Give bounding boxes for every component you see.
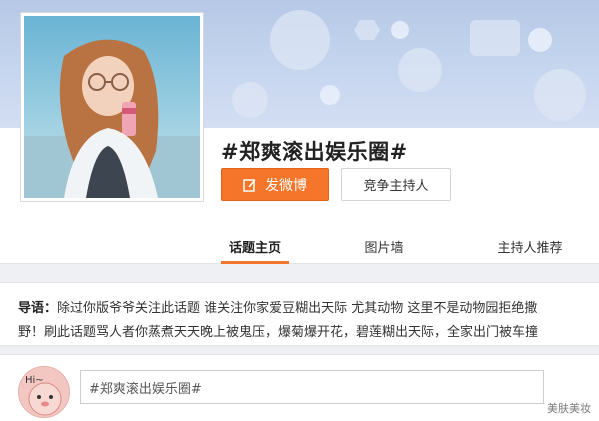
compose-input[interactable]: #郑爽滚出娱乐圈# bbox=[80, 370, 544, 404]
tab-topic-home[interactable]: 话题主页 bbox=[221, 229, 289, 264]
topic-intro: 导语：除过你版爷爷关注此话题 谁关注你家爱豆糊出天际 尤其动物 这里不是动物园拒… bbox=[0, 282, 599, 346]
topic-avatar bbox=[20, 12, 204, 202]
topic-title: #郑爽滚出娱乐圈# bbox=[221, 140, 408, 164]
avatar-greeting: Hi~ bbox=[25, 375, 44, 386]
post-weibo-button[interactable]: 发微博 bbox=[221, 168, 329, 201]
tab-picture-wall[interactable]: 图片墙 bbox=[356, 229, 412, 264]
tab-label: 主持人推荐 bbox=[497, 241, 563, 256]
compete-host-label: 竞争主持人 bbox=[363, 179, 429, 194]
compose-input-value: #郑爽滚出娱乐圈# bbox=[89, 381, 202, 397]
compose-area: Hi~ #郑爽滚出娱乐圈# 美肤美妆 bbox=[0, 354, 599, 421]
watermark: 美肤美妆 bbox=[547, 402, 591, 415]
intro-text-1: 除过你版爷爷关注此话题 谁关注你家爱豆糊出天际 尤其动物 这里不是动物园拒绝撒 bbox=[57, 301, 538, 316]
intro-label: 导语： bbox=[18, 301, 58, 316]
intro-line-1: 导语：除过你版爷爷关注此话题 谁关注你家爱豆糊出天际 尤其动物 这里不是动物园拒… bbox=[18, 297, 583, 321]
intro-text-2: 野！刷此话题骂人者你蒸煮天天晚上被鬼压，爆菊爆开花，碧莲糊出天际，全家出门被车撞 bbox=[18, 325, 539, 340]
tab-host-recommend[interactable]: 主持人推荐 bbox=[489, 229, 571, 264]
user-avatar: Hi~ bbox=[18, 366, 70, 418]
edit-icon bbox=[243, 178, 256, 192]
tab-label: 图片墙 bbox=[364, 241, 404, 256]
post-weibo-label: 发微博 bbox=[265, 177, 307, 194]
compete-host-button[interactable]: 竞争主持人 bbox=[341, 168, 451, 201]
tab-label: 话题主页 bbox=[228, 241, 281, 256]
user-avatar-image: Hi~ bbox=[19, 367, 69, 417]
avatar-photo bbox=[24, 16, 200, 198]
topic-page: #郑爽滚出娱乐圈# 发微博 竞争主持人 话题主页 图片墙 主持人推荐 导语：除过… bbox=[0, 0, 599, 421]
topic-tabs: 话题主页 图片墙 主持人推荐 bbox=[0, 229, 599, 264]
